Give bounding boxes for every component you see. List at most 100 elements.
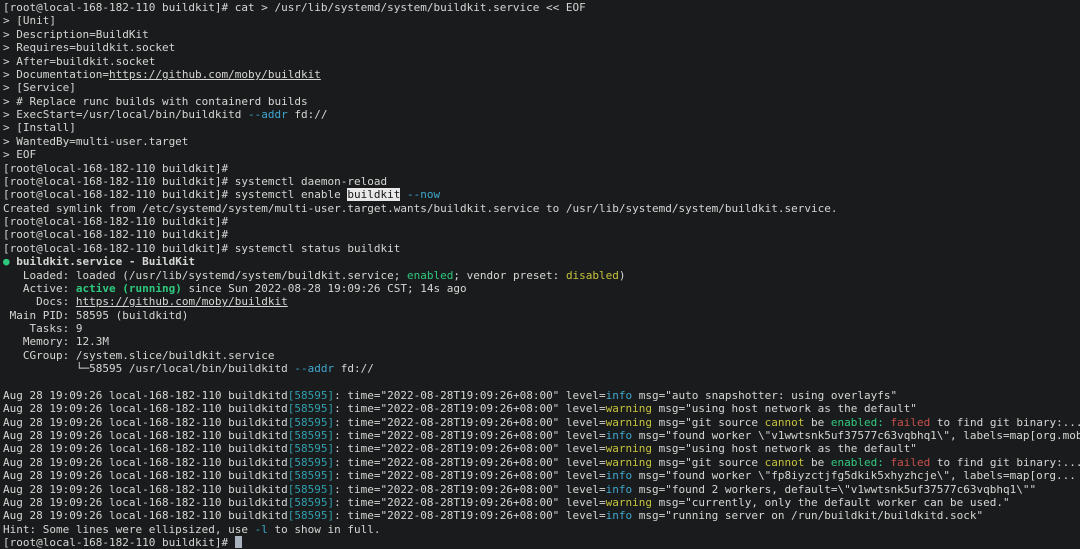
terminal-line: > [Service] [3,81,1080,94]
terminal-text: > Requires=buildkit.socket [3,41,175,54]
terminal-text: [58595] [288,509,334,522]
terminal-line: [root@local-168-182-110 buildkit]# syste… [3,188,1080,201]
terminal-text: > EOF [3,148,36,161]
terminal-text: Memory: 12.3M [3,335,109,348]
terminal-text: -l [255,523,268,536]
terminal-text: warning [606,402,652,415]
terminal-line: [root@local-168-182-110 buildkit]# [3,536,1080,549]
terminal-text: > # Replace runc builds with containerd … [3,95,308,108]
terminal-text: : time="2022-08-28T19:09:26+08:00" level… [334,496,606,509]
terminal-text: warning [606,456,652,469]
terminal-line: Aug 28 19:09:26 local-168-182-110 buildk… [3,456,1080,469]
terminal-text: [58595] [288,389,334,402]
terminal-text: > [Service] [3,81,76,94]
terminal-text: [58595] [288,416,334,429]
terminal-line: ● buildkit.service - BuildKit [3,255,1080,268]
terminal-link[interactable]: https://github.com/moby/buildkit [76,295,288,308]
terminal-text: ; vendor preset: [453,269,566,282]
terminal-line: Loaded: loaded (/usr/lib/systemd/system/… [3,269,1080,282]
terminal-text: active (running) [76,282,182,295]
terminal-line: Main PID: 58595 (buildkitd) [3,309,1080,322]
terminal-text: : time="2022-08-28T19:09:26+08:00" level… [334,416,606,429]
terminal-text: Aug 28 19:09:26 local-168-182-110 buildk… [3,402,288,415]
terminal-text: --addr [294,362,334,375]
terminal-text: [58595] [288,469,334,482]
terminal-text: Docs: [3,295,76,308]
terminal-line: > EOF [3,148,1080,161]
terminal-text: : time="2022-08-28T19:09:26+08:00" level… [334,456,606,469]
terminal-text: : time="2022-08-28T19:09:26+08:00" level… [334,483,606,496]
terminal-text: msg="running server on /run/buildkit/bui… [632,509,983,522]
terminal-text: : time="2022-08-28T19:09:26+08:00" level… [334,429,606,442]
terminal-text: [58595] [288,402,334,415]
terminal-text: Aug 28 19:09:26 local-168-182-110 buildk… [3,416,288,429]
terminal-line: > After=buildkit.socket [3,55,1080,68]
terminal-text: enabled: [831,456,884,469]
terminal-text: [58595] [288,442,334,455]
terminal-text: [58595] [288,456,334,469]
terminal-text: Aug 28 19:09:26 local-168-182-110 buildk… [3,389,288,402]
terminal-text: be [804,456,831,469]
terminal-text: > ExecStart=/usr/local/bin/buildkitd [3,108,248,121]
terminal-line: > WantedBy=multi-user.target [3,135,1080,148]
terminal-text: Aug 28 19:09:26 local-168-182-110 buildk… [3,496,288,509]
terminal-line: Aug 28 19:09:26 local-168-182-110 buildk… [3,442,1080,455]
terminal-text: warning [606,442,652,455]
terminal-line: Active: active (running) since Sun 2022-… [3,282,1080,295]
terminal-text: cannot [765,416,805,429]
terminal-link[interactable]: https://github.com/moby/buildkit [109,68,321,81]
terminal-line: Aug 28 19:09:26 local-168-182-110 buildk… [3,389,1080,402]
terminal-screen[interactable]: [root@local-168-182-110 buildkit]# cat >… [0,0,1080,549]
terminal-text: disabled [566,269,619,282]
highlighted-token: buildkit [347,188,400,201]
terminal-line: Aug 28 19:09:26 local-168-182-110 buildk… [3,402,1080,415]
terminal-line: > # Replace runc builds with containerd … [3,95,1080,108]
terminal-line: Aug 28 19:09:26 local-168-182-110 buildk… [3,483,1080,496]
terminal-line: Aug 28 19:09:26 local-168-182-110 buildk… [3,429,1080,442]
terminal-line: [root@local-168-182-110 buildkit]# [3,162,1080,175]
terminal-line: > Requires=buildkit.socket [3,41,1080,54]
terminal-line: [root@local-168-182-110 buildkit]# [3,228,1080,241]
terminal-text: msg="auto snapshotter: using overlayfs" [632,389,897,402]
terminal-text: to show in full. [268,523,381,536]
terminal-text: msg="git source [652,416,765,429]
terminal-text: [root@local-168-182-110 buildkit]# cat >… [3,1,586,14]
terminal-text: info [606,483,633,496]
terminal-text: msg="found worker \"v1wwtsnk5uf37577c63v… [632,429,1080,442]
terminal-text: : time="2022-08-28T19:09:26+08:00" level… [334,402,606,415]
terminal-text: : time="2022-08-28T19:09:26+08:00" level… [334,509,606,522]
terminal-text: msg="using host network as the default" [652,442,917,455]
terminal-text: > Description=BuildKit [3,28,149,41]
terminal-text: warning [606,496,652,509]
terminal-line: > Description=BuildKit [3,28,1080,41]
terminal-text: cannot [765,456,805,469]
terminal-text: fd:// [288,108,328,121]
terminal-text: [root@local-168-182-110 buildkit]# syste… [3,242,400,255]
terminal-text: > [Unit] [3,14,56,27]
terminal-line [3,376,1080,389]
terminal-text: [root@local-168-182-110 buildkit]# [3,228,228,241]
terminal-text: buildkit.service - BuildKit [16,255,195,268]
terminal-text: Aug 28 19:09:26 local-168-182-110 buildk… [3,456,288,469]
terminal-text: info [606,429,633,442]
terminal-text: msg="using host network as the default" [652,402,917,415]
terminal-text: [58595] [288,496,334,509]
terminal-text: warning [606,416,652,429]
terminal-text: --addr [248,108,288,121]
terminal-line: CGroup: /system.slice/buildkit.service [3,349,1080,362]
terminal-text: [root@local-168-182-110 buildkit]# syste… [3,188,347,201]
terminal-line: └─58595 /usr/local/bin/buildkitd --addr … [3,362,1080,375]
terminal-line: > ExecStart=/usr/local/bin/buildkitd --a… [3,108,1080,121]
terminal-text: info [606,509,633,522]
terminal-text: msg="git source [652,456,765,469]
terminal-text [400,188,407,201]
terminal-text: Aug 28 19:09:26 local-168-182-110 buildk… [3,429,288,442]
terminal-text: msg="found worker \"fp8iyzctjfg5dkik5xhy… [632,469,1076,482]
terminal-line: Aug 28 19:09:26 local-168-182-110 buildk… [3,509,1080,522]
terminal-line: [root@local-168-182-110 buildkit]# cat >… [3,1,1080,14]
terminal-line: Aug 28 19:09:26 local-168-182-110 buildk… [3,496,1080,509]
terminal-text: Loaded: loaded (/usr/lib/systemd/system/… [3,269,407,282]
terminal-cursor [235,536,242,548]
terminal-line: Aug 28 19:09:26 local-168-182-110 buildk… [3,469,1080,482]
terminal-text: [58595] [288,429,334,442]
